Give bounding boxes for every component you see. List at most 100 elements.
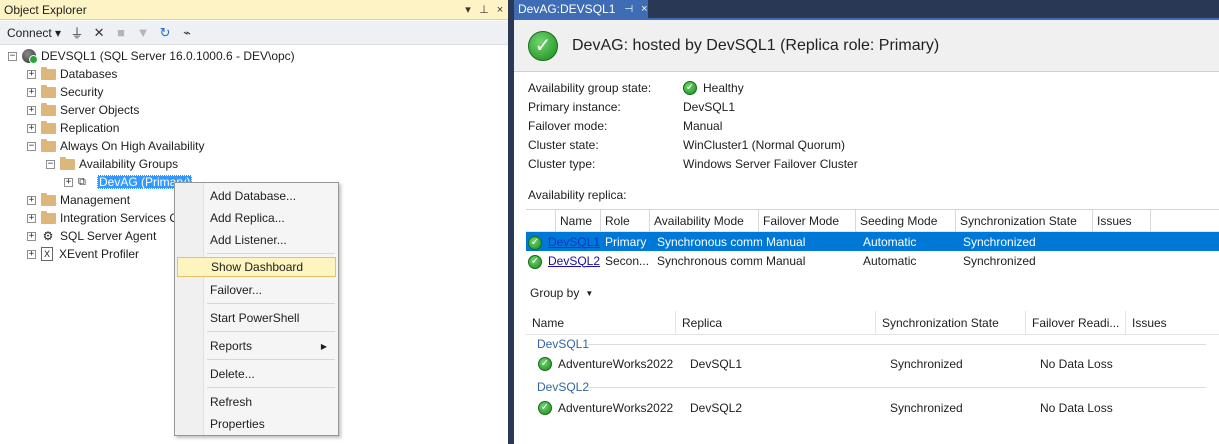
column-header-name[interactable]: Name — [526, 310, 676, 335]
column-header-failover-readiness[interactable]: Failover Readi... — [1026, 310, 1126, 335]
plug-icon[interactable]: ⏚ — [68, 24, 86, 42]
cell-availability-mode: Synchronous commit — [657, 234, 762, 249]
tree-node-always-on[interactable]: − Always On High Availability — [0, 137, 508, 155]
object-explorer-panel: Object Explorer ▾ ⊥ × Connect ▾ ⏚ ✕ ■ ▼ … — [0, 0, 508, 444]
group-label[interactable]: DevSQL1 — [537, 337, 589, 351]
tree-node-databases[interactable]: + Databases — [0, 65, 508, 83]
table-row[interactable]: ✓ DevSQL1 Primary Synchronous commit Man… — [526, 232, 1219, 251]
menu-item-add-replica[interactable]: Add Replica... — [176, 208, 337, 228]
folder-icon — [41, 120, 56, 134]
prop-label: Availability group state: — [528, 80, 652, 95]
column-header-issues[interactable]: Issues — [1093, 209, 1151, 232]
menu-item-add-listener[interactable]: Add Listener... — [176, 230, 337, 250]
folder-icon — [41, 102, 56, 116]
auto-hide-pin-icon[interactable]: ⊥ — [476, 3, 492, 16]
expand-icon[interactable]: + — [64, 177, 73, 187]
list-item[interactable]: ✓ AdventureWorks2022 DevSQL1 Synchronize… — [526, 353, 1219, 375]
menu-separator — [207, 387, 335, 388]
database-grid-header: Name Replica Synchronization State Failo… — [526, 310, 1219, 335]
healthy-check-icon: ✓ — [683, 80, 697, 95]
menu-item-reports[interactable]: Reports ▶ — [176, 336, 337, 356]
group-label[interactable]: DevSQL2 — [537, 380, 589, 394]
expand-icon[interactable]: + — [27, 69, 36, 79]
filter-icon[interactable]: ▼ — [134, 24, 152, 42]
prop-value: WinCluster1 (Normal Quorum) — [683, 137, 846, 152]
menu-item-refresh[interactable]: Refresh — [176, 392, 337, 412]
column-header-seeding-mode[interactable]: Seeding Mode — [856, 209, 956, 232]
expand-icon[interactable]: + — [27, 105, 36, 115]
expand-icon[interactable]: + — [27, 123, 36, 133]
xevent-icon: X — [41, 247, 53, 261]
table-row[interactable]: ✓ DevSQL2 Secon... Synchronous commit Ma… — [526, 251, 1219, 270]
tree-node-security[interactable]: + Security — [0, 83, 508, 101]
connect-button[interactable]: Connect ▾ — [4, 23, 64, 43]
group-by-dropdown[interactable]: Group by ▼ — [530, 286, 593, 300]
prop-label: Primary instance: — [528, 99, 621, 114]
column-header-role[interactable]: Role — [601, 209, 650, 232]
menu-item-add-database[interactable]: Add Database... — [176, 186, 337, 206]
tab-devag-dashboard[interactable]: DevAG:DEVSQL1 ⊣ × — [514, 0, 648, 18]
collapse-icon[interactable]: − — [27, 141, 36, 151]
tree-node-server-objects[interactable]: + Server Objects — [0, 101, 508, 119]
tree-node-label: Server Objects — [60, 103, 140, 117]
column-header-availability-mode[interactable]: Availability Mode — [650, 209, 759, 232]
cell-database: AdventureWorks2022 — [558, 401, 674, 415]
pin-icon[interactable]: ⊣ — [624, 4, 633, 15]
prop-label: Failover mode: — [528, 118, 608, 133]
synchronized-check-icon: ✓ — [528, 254, 542, 269]
menu-item-label: Reports — [210, 339, 253, 353]
expand-icon[interactable]: + — [27, 195, 36, 205]
prop-value: Manual — [683, 118, 723, 133]
tree-node-availability-groups[interactable]: − Availability Groups — [0, 155, 508, 173]
cell-failover-mode: Manual — [766, 253, 806, 268]
menu-item-start-powershell[interactable]: Start PowerShell — [176, 308, 337, 328]
list-item[interactable]: ✓ AdventureWorks2022 DevSQL2 Synchronize… — [526, 397, 1219, 419]
availability-replica-label: Availability replica: — [528, 188, 627, 202]
cell-sync-state: Synchronized — [963, 253, 1036, 268]
column-header-replica[interactable]: Replica — [676, 310, 876, 335]
collapse-icon[interactable]: − — [8, 51, 17, 61]
close-icon[interactable]: × — [492, 4, 508, 16]
cell-failover-readiness: No Data Loss — [1040, 401, 1113, 415]
window-position-icon[interactable]: ▾ — [460, 3, 476, 16]
expand-icon[interactable]: + — [27, 87, 36, 97]
prop-value: Healthy — [703, 80, 744, 95]
collapse-icon[interactable]: − — [46, 159, 55, 169]
menu-item-properties[interactable]: Properties — [176, 414, 337, 434]
prop-primary-instance: Primary instance: DevSQL1 — [528, 97, 735, 116]
replica-link[interactable]: DevSQL1 — [548, 235, 600, 249]
stop-icon[interactable]: ■ — [112, 24, 130, 42]
replica-link[interactable]: DevSQL2 — [548, 254, 600, 268]
column-header-sync-state[interactable]: Synchronization State — [956, 209, 1093, 232]
column-header-issues[interactable]: Issues — [1126, 311, 1216, 335]
menu-item-failover[interactable]: Failover... — [176, 280, 337, 300]
prop-failover-mode: Failover mode: Manual — [528, 116, 722, 135]
tree-node-label: Management — [60, 193, 131, 207]
column-header-name[interactable]: Name — [556, 209, 601, 232]
object-explorer-title-bar: Object Explorer ▾ ⊥ × — [0, 0, 508, 20]
healthy-check-icon: ✓ — [528, 30, 558, 61]
synchronized-check-icon: ✓ — [528, 235, 542, 250]
cell-role: Primary — [605, 234, 647, 249]
refresh-icon[interactable]: ↻ — [156, 24, 174, 42]
menu-item-delete[interactable]: Delete... — [176, 364, 337, 384]
synchronized-check-icon: ✓ — [538, 357, 552, 371]
expand-icon[interactable]: + — [27, 213, 36, 223]
document-tab-bar: DevAG:DEVSQL1 ⊣ × — [514, 0, 1219, 18]
tree-node-label: SQL Server Agent — [60, 229, 157, 243]
expand-icon[interactable]: + — [27, 231, 36, 241]
column-header-failover-mode[interactable]: Failover Mode — [759, 209, 856, 232]
cell-seeding-mode: Automatic — [863, 253, 917, 268]
close-icon[interactable]: × — [641, 3, 647, 15]
tree-node-server[interactable]: − DEVSQL1 (SQL Server 16.0.1000.6 - DEV\… — [0, 47, 508, 65]
cell-sync-state: Synchronized — [890, 357, 963, 371]
menu-item-show-dashboard[interactable]: Show Dashboard — [177, 257, 336, 277]
column-header-sync-state[interactable]: Synchronization State — [876, 310, 1026, 335]
activity-icon[interactable]: ⌁ — [178, 24, 196, 42]
cell-database: AdventureWorks2022 — [558, 357, 674, 371]
expand-icon[interactable]: + — [27, 249, 36, 259]
disconnect-icon[interactable]: ✕ — [90, 24, 108, 42]
dashboard-title: DevAG: hosted by DevSQL1 (Replica role: … — [572, 36, 940, 54]
tree-node-replication[interactable]: + Replication — [0, 119, 508, 137]
cell-availability-mode: Synchronous commit — [657, 253, 762, 268]
